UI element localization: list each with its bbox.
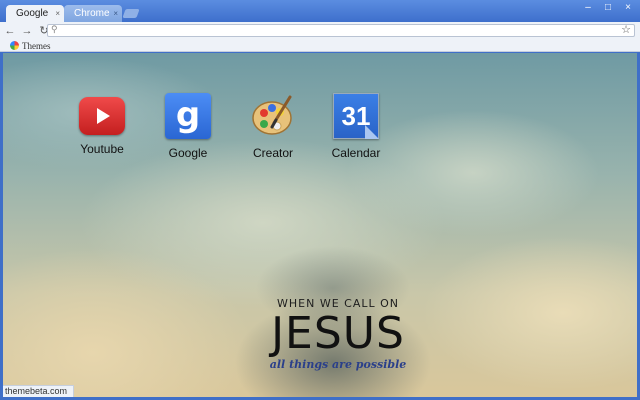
quote-line-2: JESUS [271, 308, 405, 359]
close-tab-icon[interactable]: × [55, 5, 60, 22]
palette-icon [250, 93, 296, 139]
close-tab-icon[interactable]: × [113, 5, 118, 22]
maximize-icon[interactable]: □ [602, 2, 614, 14]
google-search-icon: g [165, 93, 211, 139]
toolbar: ← → ↻ ⚲ ☆ [0, 22, 640, 39]
tab-label: Chrome [74, 8, 110, 19]
search-icon: ⚲ [51, 24, 58, 34]
window-controls: – □ × [582, 2, 634, 14]
theme-quote: WHEN WE CALL ON JESUS all things are pos… [253, 297, 423, 371]
bookmarks-bar: Themes [0, 39, 640, 52]
app-google[interactable]: g Google [153, 93, 223, 160]
tab-google[interactable]: Google × [6, 5, 64, 22]
address-input[interactable] [64, 25, 614, 36]
bookmark-label: Themes [22, 40, 51, 51]
app-label: Creator [252, 146, 293, 160]
back-icon[interactable]: ← [3, 24, 17, 38]
bookmark-star-icon[interactable]: ☆ [621, 23, 631, 36]
status-bar: themebeta.com [3, 385, 75, 397]
app-youtube[interactable]: Youtube [67, 93, 137, 156]
new-tab-button[interactable] [122, 9, 140, 18]
omnibox[interactable]: ⚲ ☆ [47, 24, 635, 37]
app-label: Google [168, 146, 208, 160]
calendar-fold [365, 125, 379, 139]
bookmark-themes[interactable]: Themes [10, 39, 51, 52]
calendar-icon: 31 [333, 93, 379, 139]
new-tab-page: Youtube g Google Creator 31 Calendar WHE… [3, 53, 637, 397]
tab-label: Google [16, 8, 49, 19]
google-letter: g [175, 95, 201, 135]
title-bar: Google × Chrome × – □ × [0, 0, 640, 22]
chrome-web-store-icon [10, 41, 19, 50]
app-label: Youtube [80, 142, 124, 156]
minimize-icon[interactable]: – [582, 2, 594, 14]
quote-line-3: all things are possible [269, 358, 407, 371]
youtube-icon [79, 97, 125, 135]
tab-chrome[interactable]: Chrome × [64, 5, 122, 22]
app-creator[interactable]: Creator [238, 93, 308, 160]
app-calendar[interactable]: 31 Calendar [321, 93, 391, 160]
close-window-icon[interactable]: × [622, 2, 634, 14]
forward-icon[interactable]: → [20, 24, 34, 38]
app-label: Calendar [331, 146, 381, 160]
